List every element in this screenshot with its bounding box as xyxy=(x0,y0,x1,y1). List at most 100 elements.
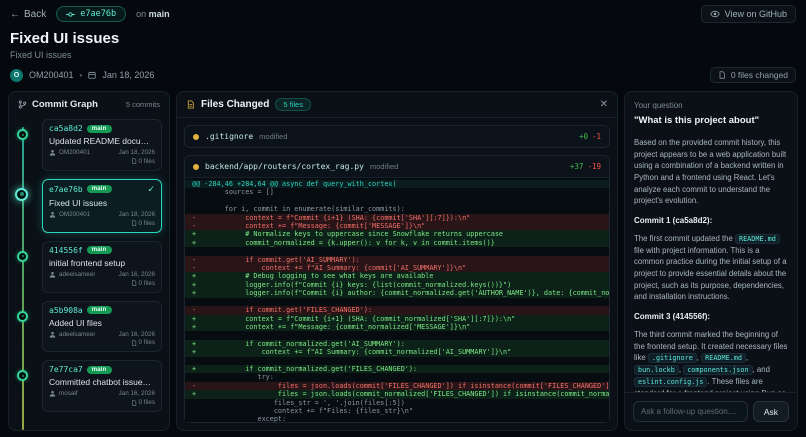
file-head[interactable]: backend/app/routers/cortex_rag.pymodifie… xyxy=(185,156,609,177)
branch-badge: main xyxy=(87,306,112,314)
commit-author: OM200401 xyxy=(49,149,90,156)
file-card[interactable]: .gitignoremodified+0-1 xyxy=(184,125,610,148)
diff-line: - context = f"Commit {i+1} (SHA: {commit… xyxy=(185,214,609,222)
branch-indicator: on main xyxy=(136,9,170,19)
eye-icon xyxy=(710,9,720,19)
author-name: OM200401 xyxy=(29,70,74,80)
diff-line: for i, commit in enumerate(similar_commi… xyxy=(185,205,609,213)
topbar: ← Back e7ae76b on main View on GitHub xyxy=(0,0,806,28)
branch-badge: main xyxy=(87,125,112,133)
commit-message: initial frontend setup xyxy=(49,258,155,268)
diff-line: + # Debug logging to see what keys are a… xyxy=(185,272,609,280)
page-header: Fixed UI issues Fixed UI issues O OM2004… xyxy=(0,28,806,91)
commit-graph-header: Commit Graph 5 commits xyxy=(9,92,169,115)
back-arrow-icon: ← xyxy=(10,9,20,20)
inline-code: components.json xyxy=(683,365,752,375)
answer-heading: Commit 3 (414556f): xyxy=(634,311,788,323)
branch-badge: main xyxy=(87,366,112,374)
check-icon: ✓ xyxy=(147,184,155,195)
commit-item-7e77ca7[interactable]: 7e77ca7 main Committed chatbot issues n...… xyxy=(42,360,162,412)
commit-hash-badge[interactable]: e7ae76b xyxy=(56,6,126,22)
page-title: Fixed UI issues xyxy=(10,30,796,47)
commit-graph-panel: Commit Graph 5 commits ca5a8d2 main Update… xyxy=(8,91,170,431)
person-icon xyxy=(49,211,56,218)
commit-node-icon xyxy=(17,129,28,140)
deletions-count: -19 xyxy=(587,162,601,171)
diff-line: - files = json.loads(commit['FILES_CHANG… xyxy=(185,382,609,390)
close-icon[interactable]: ✕ xyxy=(600,100,608,110)
modified-dot-icon xyxy=(193,164,199,170)
git-branch-icon xyxy=(18,100,27,109)
commit-date: Jan 18, 2026 xyxy=(102,70,154,80)
commit-sha: 7e77ca7 xyxy=(49,365,83,374)
answer-paragraph: The third commit marked the beginning of… xyxy=(634,329,788,392)
diff-line: + context = f"Commit {i+1} (SHA: {commit… xyxy=(185,315,609,323)
diff-line: - if commit.get('FILES_CHANGED'): xyxy=(185,306,609,314)
commit-item-414556f[interactable]: 414556fmaininitial frontend setupadeelsa… xyxy=(42,241,162,293)
followup-input[interactable] xyxy=(633,401,748,422)
commit-files-count: 0 files xyxy=(131,158,155,165)
diff-line: + if commit_normalized.get('AI_SUMMARY')… xyxy=(185,340,609,348)
question-label: Your question xyxy=(634,101,788,110)
commit-sha: e7ae76b xyxy=(49,185,83,194)
app-root: ← Back e7ae76b on main View on GitHub Fi… xyxy=(0,0,806,437)
commit-files-count: 0 files xyxy=(131,280,155,287)
view-on-github-label: View on GitHub xyxy=(725,9,787,19)
commit-date: Jan 16, 2026 xyxy=(119,271,155,279)
commit-message: Updated README document... xyxy=(49,136,155,146)
back-button[interactable]: ← Back xyxy=(10,9,46,20)
question-panel: Your question "What is this project abou… xyxy=(624,91,798,431)
diff-line: + context += f"AI Summary: {commit_norma… xyxy=(185,348,609,356)
on-label: on xyxy=(136,9,146,19)
commit-message: Added UI files xyxy=(49,318,155,328)
diff-line xyxy=(185,357,609,365)
commit-sha: ca5a8d2 xyxy=(49,124,83,133)
diff-line: except: xyxy=(185,415,609,422)
diff-view: @@ -284,46 +284,64 @@ async def query_wi… xyxy=(185,177,609,422)
file-icon xyxy=(718,71,726,79)
files-changed-title: Files Changed xyxy=(201,99,269,110)
commit-author: OM200401 xyxy=(49,211,90,218)
view-on-github-button[interactable]: View on GitHub xyxy=(701,5,796,23)
commit-item-e7ae76b[interactable]: e7ae76bmain✓Fixed UI issuesOM200401Jan 1… xyxy=(42,179,162,233)
commit-item-ca5a8d2[interactable]: ca5a8d2 main Updated README document... OM2… xyxy=(42,119,162,171)
commit-node-icon xyxy=(17,370,28,381)
diff-line xyxy=(185,197,609,205)
modified-dot-icon xyxy=(193,134,199,140)
back-label: Back xyxy=(24,9,46,20)
commit-author: mosaif xyxy=(49,390,78,397)
files-changed-label: 0 files changed xyxy=(731,70,788,80)
ask-row: Ask xyxy=(625,392,797,430)
file-status: modified xyxy=(259,132,287,141)
commit-author: adeelsameer xyxy=(49,271,95,278)
file-head[interactable]: .gitignoremodified+0-1 xyxy=(185,126,609,147)
file-icon xyxy=(131,400,137,406)
commit-item-a5b908a[interactable]: a5b908amainAdded UI filesadeelsameerJan … xyxy=(42,301,162,353)
person-icon xyxy=(49,390,56,397)
main-content: Commit Graph 5 commits ca5a8d2 main Update… xyxy=(0,91,806,437)
file-icon xyxy=(131,158,137,164)
question-text: "What is this project about" xyxy=(634,115,788,128)
ask-button[interactable]: Ask xyxy=(753,401,789,422)
commit-meta-row: O OM200401 • Jan 18, 2026 0 files change… xyxy=(10,67,796,83)
file-icon xyxy=(131,280,137,286)
avatar: O xyxy=(10,69,23,82)
diff-line: context += f"Files: {files_str}\n" xyxy=(185,407,609,415)
question-body: Your question "What is this project abou… xyxy=(625,92,797,392)
commit-hash-label: e7ae76b xyxy=(80,9,116,19)
answer-paragraph: Based on the provided commit history, th… xyxy=(634,137,788,207)
file-card[interactable]: backend/app/routers/cortex_rag.pymodifie… xyxy=(184,155,610,423)
commit-files-count: 0 files xyxy=(131,339,155,346)
diff-line: - context += f"AI Summary: {commit['AI_S… xyxy=(185,264,609,272)
answer-paragraph: The first commit updated the README.md f… xyxy=(634,233,788,303)
additions-count: +37 xyxy=(570,162,584,171)
diff-line: + files = json.loads(commit_normalized['… xyxy=(185,390,609,398)
diff-line: + # Normalize keys to uppercase since Sn… xyxy=(185,230,609,238)
diff-line: + logger.info(f"Commit {i} author: {comm… xyxy=(185,289,609,297)
graph-line xyxy=(22,127,24,430)
diff-line xyxy=(185,298,609,306)
inline-code: bun.lockb xyxy=(634,365,679,375)
file-name: .gitignore xyxy=(205,132,253,141)
commit-message: Committed chatbot issues n... xyxy=(49,377,155,387)
commit-sha: 414556f xyxy=(49,246,83,255)
